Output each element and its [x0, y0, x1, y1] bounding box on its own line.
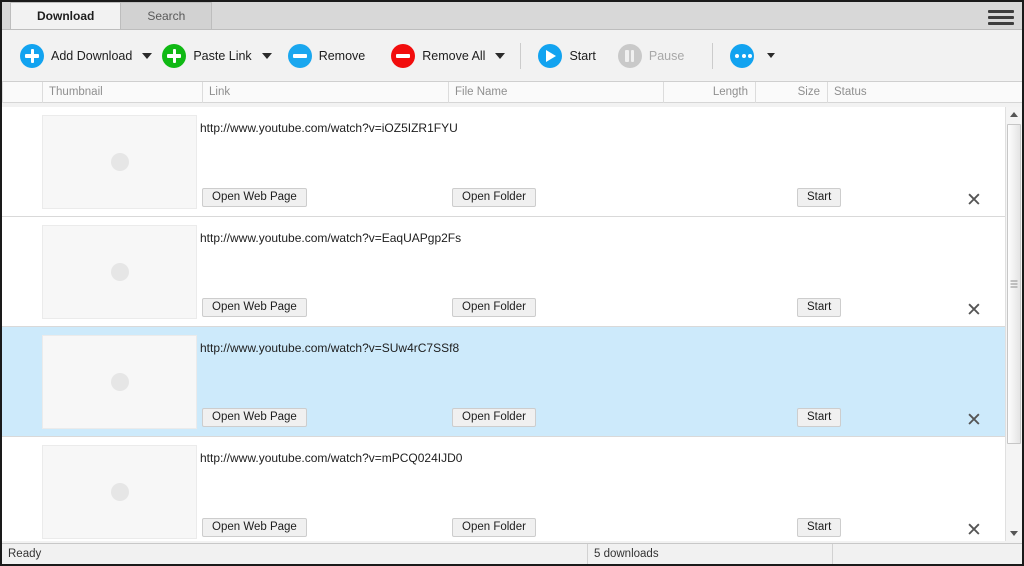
thumbnail-circle-icon	[111, 153, 129, 171]
column-header-length[interactable]: Length	[663, 82, 755, 103]
vertical-scrollbar[interactable]	[1005, 107, 1022, 541]
row-start-button[interactable]: Start	[797, 518, 841, 537]
table-row[interactable]: http://www.youtube.com/watch?v=EaqUAPgp2…	[2, 217, 1005, 327]
status-state: Ready	[2, 544, 588, 565]
paste-link-button[interactable]: Paste Link	[156, 41, 257, 71]
hamburger-bar	[988, 10, 1014, 13]
open-web-page-button[interactable]: Open Web Page	[202, 408, 307, 427]
add-download-button[interactable]: Add Download	[14, 41, 138, 71]
pause-circle-icon	[618, 44, 642, 68]
scroll-up-arrow-icon[interactable]	[1006, 107, 1022, 122]
column-header-thumbnail[interactable]: Thumbnail	[42, 82, 202, 103]
start-label: Start	[569, 49, 595, 63]
play-circle-icon	[538, 44, 562, 68]
pause-label: Pause	[649, 49, 684, 63]
column-header-link[interactable]: Link	[202, 82, 448, 103]
download-link-text: http://www.youtube.com/watch?v=iOZ5IZR1F…	[200, 121, 458, 135]
open-folder-button[interactable]: Open Folder	[452, 188, 536, 207]
close-icon[interactable]: ✕	[963, 410, 985, 432]
column-header-status[interactable]: Status	[827, 82, 1007, 103]
more-options-icon	[730, 44, 754, 68]
more-options-button[interactable]	[724, 41, 778, 71]
remove-all-label: Remove All	[422, 49, 485, 63]
scrollbar-grip-icon	[1011, 281, 1018, 288]
tab-strip: Download Search	[2, 2, 1022, 30]
tab-search[interactable]: Search	[120, 2, 212, 29]
status-bar: Ready 5 downloads	[2, 543, 1022, 564]
download-link-text: http://www.youtube.com/watch?v=mPCQ024IJ…	[200, 451, 462, 465]
table-row[interactable]: http://www.youtube.com/watch?v=SUw4rC7SS…	[2, 327, 1005, 437]
column-header-row: Thumbnail Link File Name Length Size Sta…	[2, 82, 1022, 103]
remove-all-button[interactable]: Remove All	[385, 41, 491, 71]
thumbnail-placeholder	[42, 115, 197, 209]
hamburger-bar	[988, 22, 1014, 25]
hamburger-menu-icon[interactable]	[988, 7, 1014, 27]
column-header-spacer	[2, 82, 42, 103]
start-button[interactable]: Start	[532, 41, 601, 71]
row-start-button[interactable]: Start	[797, 188, 841, 207]
open-web-page-button[interactable]: Open Web Page	[202, 298, 307, 317]
tab-search-label: Search	[147, 9, 185, 23]
more-options-dropdown-icon[interactable]	[764, 47, 778, 65]
add-download-label: Add Download	[51, 49, 132, 63]
minus-circle-red-icon	[391, 44, 415, 68]
thumbnail-placeholder	[42, 335, 197, 429]
download-list-inner: http://www.youtube.com/watch?v=iOZ5IZR1F…	[2, 107, 1005, 541]
thumbnail-placeholder	[42, 225, 197, 319]
toolbar-separator	[712, 43, 713, 69]
pause-button[interactable]: Pause	[612, 41, 690, 71]
status-extra	[833, 544, 1022, 565]
minus-circle-blue-icon	[288, 44, 312, 68]
paste-link-dropdown-icon[interactable]	[258, 46, 276, 66]
remove-label: Remove	[319, 49, 366, 63]
app-window: Download Search Add Download Paste Link	[0, 0, 1024, 566]
remove-all-dropdown-icon[interactable]	[491, 46, 509, 66]
toolbar-separator	[520, 43, 521, 69]
close-icon[interactable]: ✕	[963, 190, 985, 212]
close-icon[interactable]: ✕	[963, 520, 985, 541]
open-folder-button[interactable]: Open Folder	[452, 408, 536, 427]
add-download-dropdown-icon[interactable]	[138, 46, 156, 66]
download-list: http://www.youtube.com/watch?v=iOZ5IZR1F…	[2, 107, 1022, 541]
plus-circle-green-icon	[162, 44, 186, 68]
remove-button[interactable]: Remove	[282, 41, 372, 71]
main-toolbar: Add Download Paste Link Remove Remove Al…	[2, 30, 1022, 82]
column-header-file-name[interactable]: File Name	[448, 82, 663, 103]
open-folder-button[interactable]: Open Folder	[452, 298, 536, 317]
row-start-button[interactable]: Start	[797, 298, 841, 317]
thumbnail-circle-icon	[111, 263, 129, 281]
open-web-page-button[interactable]: Open Web Page	[202, 518, 307, 537]
table-row[interactable]: http://www.youtube.com/watch?v=iOZ5IZR1F…	[2, 107, 1005, 217]
hamburger-bar	[988, 16, 1014, 19]
plus-circle-blue-icon	[20, 44, 44, 68]
tab-download-label: Download	[37, 9, 94, 23]
thumbnail-placeholder	[42, 445, 197, 539]
open-folder-button[interactable]: Open Folder	[452, 518, 536, 537]
download-link-text: http://www.youtube.com/watch?v=SUw4rC7SS…	[200, 341, 459, 355]
tab-download[interactable]: Download	[10, 2, 121, 29]
download-link-text: http://www.youtube.com/watch?v=EaqUAPgp2…	[200, 231, 461, 245]
scrollbar-thumb[interactable]	[1007, 124, 1021, 444]
paste-link-label: Paste Link	[193, 49, 251, 63]
thumbnail-circle-icon	[111, 373, 129, 391]
table-row[interactable]: http://www.youtube.com/watch?v=mPCQ024IJ…	[2, 437, 1005, 541]
row-start-button[interactable]: Start	[797, 408, 841, 427]
scroll-down-arrow-icon[interactable]	[1006, 526, 1022, 541]
close-icon[interactable]: ✕	[963, 300, 985, 322]
column-header-size[interactable]: Size	[755, 82, 827, 103]
status-download-count: 5 downloads	[588, 544, 833, 565]
open-web-page-button[interactable]: Open Web Page	[202, 188, 307, 207]
thumbnail-circle-icon	[111, 483, 129, 501]
